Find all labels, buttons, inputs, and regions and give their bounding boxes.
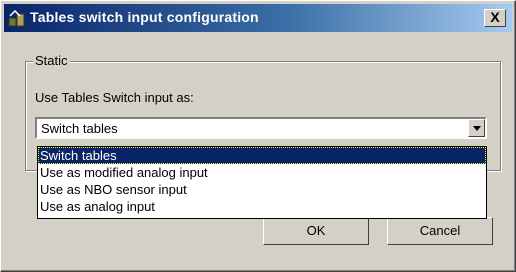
dialog-window: Tables switch input configuration X Stat… <box>0 0 516 272</box>
window-title: Tables switch input configuration <box>30 9 259 25</box>
close-button[interactable]: X <box>484 9 506 27</box>
input-usage-label: Use Tables Switch input as: <box>35 90 194 105</box>
app-icon <box>8 10 25 27</box>
dropdown-list: Switch tables Use as modified analog inp… <box>37 146 487 219</box>
dropdown-option-switch-tables[interactable]: Switch tables <box>38 147 486 164</box>
title-bar[interactable]: Tables switch input configuration X <box>4 4 512 32</box>
cancel-button[interactable]: Cancel <box>387 217 493 245</box>
dropdown-option-nbo-sensor[interactable]: Use as NBO sensor input <box>38 181 486 198</box>
ok-button[interactable]: OK <box>263 217 369 245</box>
dropdown-option-modified-analog[interactable]: Use as modified analog input <box>38 164 486 181</box>
combobox-value: Switch tables <box>41 121 118 136</box>
group-label: Static <box>33 53 70 68</box>
chevron-down-icon[interactable] <box>468 119 485 137</box>
input-usage-combobox[interactable]: Switch tables <box>35 117 487 139</box>
dropdown-option-analog[interactable]: Use as analog input <box>38 198 486 215</box>
